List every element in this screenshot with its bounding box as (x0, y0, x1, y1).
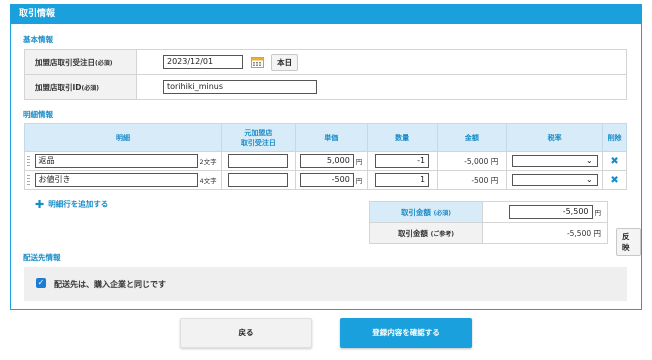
tax-rate-select[interactable]: ⌄ (511, 174, 598, 186)
transaction-panel: 取引情報 基本情報 加盟店取引受注日(必須) 2023/12/01 本日 加盟店… (10, 4, 642, 310)
shipping-section-title: 配送先情報 (23, 253, 61, 262)
yen-label: 円 (355, 158, 363, 166)
column-header-quantity: 数量 (366, 123, 438, 152)
totals-table: 取引金額 (必須) -5,500 円 取引金額 (ご参考) -5,500 円 (369, 201, 608, 244)
add-row-link[interactable]: ✚ 明細行を追加する (35, 198, 108, 211)
column-header-delete: 削除 (602, 123, 627, 152)
basic-info-table: 加盟店取引受注日(必須) 2023/12/01 本日 加盟店取引ID(必須) t… (24, 49, 627, 100)
quantity-input[interactable]: -1 (375, 154, 430, 168)
today-button[interactable]: 本日 (271, 53, 299, 71)
quantity-input[interactable]: 1 (375, 173, 430, 187)
chevron-down-icon: ⌄ (585, 175, 593, 184)
drag-handle-icon[interactable] (27, 155, 30, 167)
calendar-icon[interactable] (250, 56, 264, 68)
yen-label: 円 (355, 177, 363, 185)
order-id-input[interactable]: torihiki_minus (163, 80, 317, 94)
order-date-input[interactable]: 2023/12/01 (163, 55, 243, 69)
reference-amount-value: -5,500 円 (482, 222, 608, 244)
column-header-tax-rate: 税率 (506, 123, 604, 152)
table-row: お値引き 4文字 -500 円 1 -500 円 ⌄ ✖ (24, 170, 627, 190)
order-date-label: 加盟店取引受注日(必須) (24, 49, 137, 75)
yen-label: 円 (594, 209, 602, 217)
delete-row-icon[interactable]: ✖ (603, 156, 626, 167)
details-table: 明細 元加盟店 取引受注日 単価 数量 金額 税率 削除 返品 2文字 5,000 円… (24, 123, 627, 190)
table-row: 返品 2文字 5,000 円 -1 -5,000 円 ⌄ ✖ (24, 151, 627, 171)
chevron-down-icon: ⌄ (585, 156, 593, 165)
unit-price-input[interactable]: -500 (299, 173, 354, 187)
column-header-item: 明細 (24, 123, 222, 152)
unit-price-input[interactable]: 5,000 (299, 154, 354, 168)
reference-amount-label: 取引金額 (ご参考) (369, 222, 483, 244)
column-header-unit-price: 単価 (294, 123, 368, 152)
column-header-amount: 金額 (436, 123, 508, 152)
row-amount: -500 円 (436, 170, 508, 190)
panel-title: 取引情報 (11, 5, 641, 24)
details-section-title: 明細情報 (23, 110, 53, 119)
total-amount-input[interactable]: -5,500 (508, 205, 593, 219)
tax-rate-select[interactable]: ⌄ (511, 155, 598, 167)
back-button[interactable]: 戻る (180, 318, 312, 348)
column-header-orig-date: 元加盟店 取引受注日 (220, 123, 296, 152)
delete-row-icon[interactable]: ✖ (603, 175, 626, 186)
total-amount-label: 取引金額 (必須) (369, 201, 483, 223)
same-as-buyer-label: 配送先は、購入企業と同じです (54, 280, 166, 289)
item-name-input[interactable]: 返品 (34, 154, 198, 168)
orig-date-input[interactable] (228, 154, 289, 168)
item-name-input[interactable]: お値引き (34, 173, 198, 187)
confirm-button[interactable]: 登録内容を確認する (340, 318, 472, 348)
order-id-label: 加盟店取引ID(必須) (24, 74, 137, 100)
basic-section-title: 基本情報 (23, 35, 53, 44)
shipping-option: ✓ 配送先は、購入企業と同じです (24, 267, 627, 301)
char-count: 4文字 (199, 177, 217, 185)
drag-handle-icon[interactable] (27, 174, 30, 186)
apply-button[interactable]: 反映 (616, 228, 641, 256)
same-as-buyer-checkbox[interactable]: ✓ (36, 278, 46, 288)
plus-icon: ✚ (35, 198, 45, 211)
orig-date-input[interactable] (228, 173, 289, 187)
char-count: 2文字 (199, 158, 217, 166)
row-amount: -5,000 円 (436, 151, 508, 171)
